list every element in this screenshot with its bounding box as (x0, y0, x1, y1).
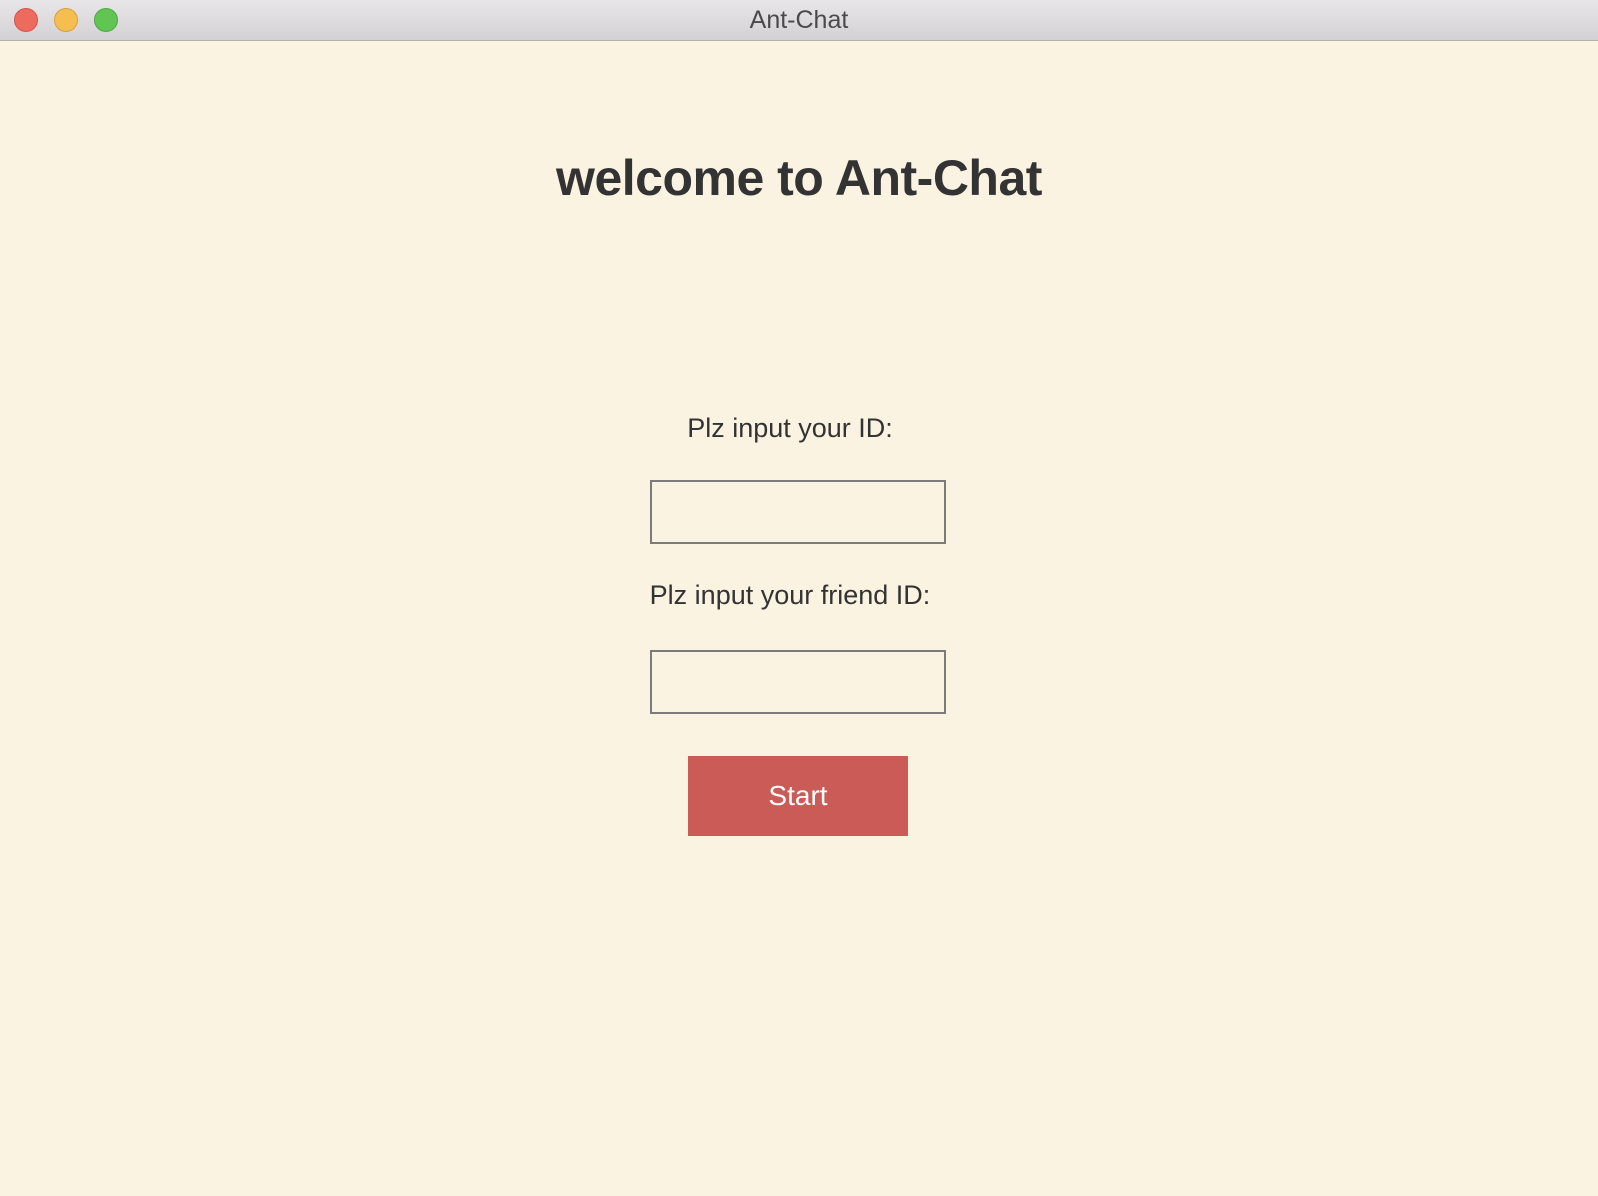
friend-id-input[interactable] (650, 650, 946, 714)
friend-id-label: Plz input your friend ID: (649, 580, 931, 610)
user-id-label: Plz input your ID: (687, 413, 893, 443)
welcome-heading: welcome to Ant-Chat (556, 150, 1042, 206)
main-content: welcome to Ant-Chat Plz input your ID: P… (0, 41, 1598, 1196)
user-id-input[interactable] (650, 480, 946, 544)
app-window: Ant-Chat welcome to Ant-Chat Plz input y… (0, 0, 1598, 1196)
title-bar: Ant-Chat (0, 0, 1598, 41)
window-title: Ant-Chat (749, 6, 849, 34)
start-button[interactable]: Start (688, 756, 908, 836)
